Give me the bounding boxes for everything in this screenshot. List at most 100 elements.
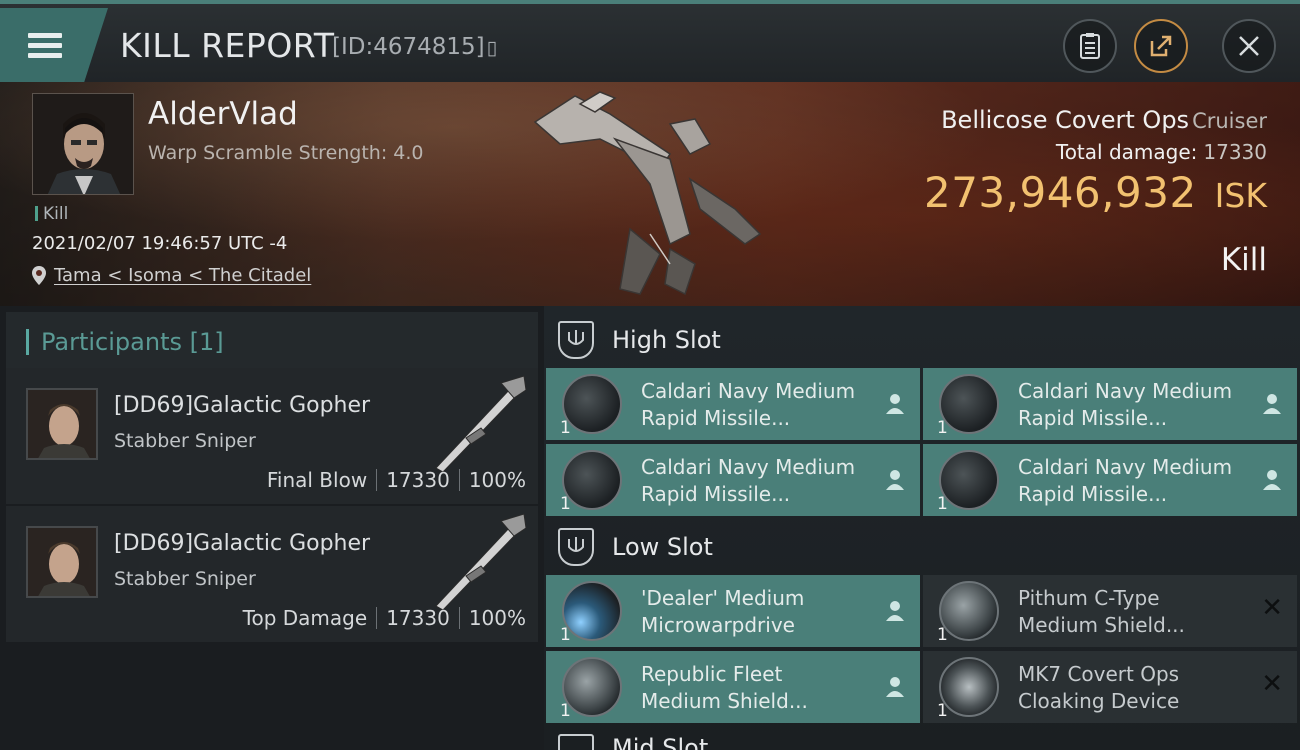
person-icon — [1263, 470, 1281, 490]
participant-avatar[interactable] — [26, 526, 98, 598]
mid-slot-header: Mid Slot — [558, 726, 708, 750]
shield-module-icon — [939, 581, 999, 641]
missile-launcher-icon — [939, 450, 999, 510]
module-name: Pithum C-Type Medium Shield... — [1018, 586, 1185, 637]
participant-damage: 17330 — [386, 468, 450, 492]
participant-name[interactable]: [DD69]Galactic Gopher — [114, 531, 370, 556]
participant-row[interactable]: [DD69]Galactic Gopher Stabber Sniper Fin… — [6, 368, 538, 504]
ship-type[interactable]: Bellicose Covert Ops Cruiser — [941, 106, 1267, 134]
share-icon — [1150, 35, 1172, 57]
destroyed-x-icon: ✕ — [1261, 593, 1283, 623]
kill-location[interactable]: Tama < Isoma < The Citadel — [32, 265, 311, 286]
module-item[interactable]: 1 Caldari Navy Medium Rapid Missile... — [923, 444, 1297, 516]
module-qty: 1 — [560, 418, 571, 438]
isk-amount: 273,946,932 — [923, 168, 1197, 217]
missile-launcher-icon — [562, 374, 622, 434]
result-label: Kill — [1220, 242, 1267, 278]
module-item[interactable]: 1 Caldari Navy Medium Rapid Missile... — [546, 444, 920, 516]
module-name: Caldari Navy Medium Rapid Missile... — [1018, 379, 1233, 430]
isk-unit: ISK — [1214, 176, 1267, 215]
participant-percent: 100% — [468, 606, 526, 630]
module-qty: 1 — [560, 625, 571, 645]
participant-row[interactable]: [DD69]Galactic Gopher Stabber Sniper Top… — [6, 506, 538, 642]
participant-role: Final Blow — [266, 468, 368, 492]
module-item[interactable]: 1 Caldari Navy Medium Rapid Missile... — [546, 368, 920, 440]
slot-shield-icon — [558, 734, 594, 750]
ship-name[interactable]: Bellicose Covert Ops — [941, 106, 1189, 134]
participant-percent: 100% — [468, 468, 526, 492]
participants-panel: Participants [1] [DD69]Galactic Gopher S… — [0, 306, 544, 750]
cloaking-device-icon — [939, 657, 999, 717]
victim-portrait[interactable] — [32, 93, 134, 195]
copy-icon[interactable]: ▯ — [487, 37, 497, 59]
location-link[interactable]: Tama < Isoma < The Citadel — [54, 265, 311, 286]
missile-launcher-icon — [939, 374, 999, 434]
participants-header: Participants [1] — [6, 312, 538, 372]
module-name: Caldari Navy Medium Rapid Missile... — [641, 379, 856, 430]
high-slot-label: High Slot — [612, 326, 721, 354]
module-qty: 1 — [560, 494, 571, 514]
total-damage-value: 17330 — [1203, 140, 1267, 164]
mid-slot-label: Mid Slot — [612, 734, 709, 750]
pilot-name[interactable]: AlderVlad — [148, 96, 298, 132]
participant-role: Top Damage — [242, 606, 368, 630]
clipboard-icon — [1080, 33, 1100, 59]
pilot-portrait-image — [33, 94, 133, 194]
location-pin-icon — [32, 266, 46, 285]
menu-button[interactable] — [0, 8, 108, 82]
participant-ship: Stabber Sniper — [114, 568, 256, 590]
participant-avatar[interactable] — [26, 388, 98, 460]
module-qty: 1 — [937, 494, 948, 514]
report-id-text: [ID:4674815] — [332, 34, 485, 60]
weapon-icon — [435, 513, 527, 611]
person-icon — [886, 470, 904, 490]
module-name: 'Dealer' Medium Microwarpdrive — [641, 586, 805, 637]
kill-tag-label: Kill — [43, 204, 69, 224]
share-button[interactable] — [1134, 19, 1188, 73]
close-icon — [1239, 36, 1259, 56]
destroyed-x-icon: ✕ — [1261, 669, 1283, 699]
low-slot-label: Low Slot — [612, 533, 713, 561]
person-icon — [1263, 394, 1281, 414]
total-damage-label: Total damage: — [1055, 140, 1198, 164]
fitting-panel: High Slot 1 Caldari Navy Medium Rapid Mis… — [544, 306, 1300, 750]
module-name: Republic Fleet Medium Shield... — [641, 662, 808, 713]
page-title: KILL REPORT — [120, 26, 335, 65]
participants-count: [1] — [189, 328, 224, 356]
microwarpdrive-icon — [562, 581, 622, 641]
person-icon — [886, 394, 904, 414]
kill-tag: Kill — [35, 204, 68, 224]
person-icon — [886, 601, 904, 621]
module-item[interactable]: 1 Republic Fleet Medium Shield... — [546, 651, 920, 723]
module-name: Caldari Navy Medium Rapid Missile... — [1018, 455, 1233, 506]
participant-name[interactable]: [DD69]Galactic Gopher — [114, 393, 370, 418]
isk-value: 273,946,932 ISK — [924, 168, 1267, 217]
missile-launcher-icon — [562, 450, 622, 510]
menu-icon — [28, 28, 62, 63]
participant-stats: Final Blow 17330 100% — [267, 468, 526, 492]
clipboard-button[interactable] — [1063, 19, 1117, 73]
module-qty: 1 — [937, 418, 948, 438]
module-name: MK7 Covert Ops Cloaking Device — [1018, 662, 1180, 713]
module-name: Caldari Navy Medium Rapid Missile... — [641, 455, 856, 506]
module-item[interactable]: 1 MK7 Covert Ops Cloaking Device ✕ — [923, 651, 1297, 723]
shield-extender-icon — [562, 657, 622, 717]
low-slot-header: Low Slot — [558, 517, 713, 577]
module-qty: 1 — [937, 625, 948, 645]
module-item[interactable]: 1 Pithum C-Type Medium Shield... ✕ — [923, 575, 1297, 647]
module-item[interactable]: 1 'Dealer' Medium Microwarpdrive — [546, 575, 920, 647]
participants-title: Participants — [41, 328, 182, 356]
ship-render — [533, 91, 762, 296]
close-button[interactable] — [1222, 19, 1276, 73]
warp-scramble-strength: Warp Scramble Strength: 4.0 — [148, 142, 424, 164]
high-slot-header: High Slot — [558, 310, 721, 370]
total-damage: Total damage: 17330 — [1056, 140, 1267, 164]
report-id: [ID:4674815] ▯ — [332, 34, 497, 60]
module-qty: 1 — [560, 701, 571, 721]
kill-datetime: 2021/02/07 19:46:57 UTC -4 — [32, 233, 288, 254]
participant-stats: Top Damage 17330 100% — [243, 606, 526, 630]
weapon-icon — [435, 375, 527, 473]
participant-ship: Stabber Sniper — [114, 430, 256, 452]
person-icon — [886, 677, 904, 697]
module-item[interactable]: 1 Caldari Navy Medium Rapid Missile... — [923, 368, 1297, 440]
